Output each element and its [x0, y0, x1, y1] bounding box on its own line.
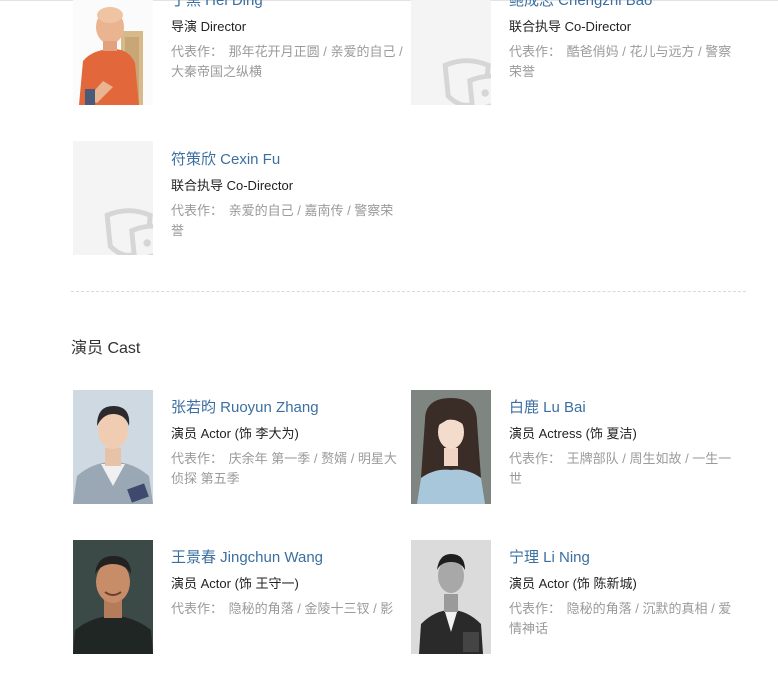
crew-works: 代表作： 亲爱的自己 / 嘉南传 / 警察荣誉: [171, 201, 406, 241]
cast-role: 演员 Actor (饰 陈新城): [509, 576, 637, 591]
placeholder-masks-icon: [104, 208, 153, 255]
cast-section-title: 演员 Cast: [71, 340, 141, 357]
cast-card-ruoyun-zhang: 张若昀 Ruoyun Zhang 演员 Actor (饰 李大为) 代表作： 庆…: [73, 390, 403, 510]
actor-photo[interactable]: [73, 390, 153, 504]
cast-card-li-ning: 宁理 Li Ning 演员 Actor (饰 陈新城) 代表作： 隐秘的角落 /…: [411, 540, 741, 660]
cast-card-lu-bai: 白鹿 Lu Bai 演员 Actress (饰 夏洁) 代表作： 王牌部队 / …: [411, 390, 741, 510]
cast-works: 代表作： 隐秘的角落 / 沉默的真相 / 爱情神话: [509, 599, 744, 639]
cast-name-link[interactable]: 王景春 Jingchun Wang: [171, 548, 406, 568]
crew-role: 联合执导 Co-Director: [509, 19, 632, 34]
cast-name-link[interactable]: 白鹿 Lu Bai: [509, 398, 744, 418]
crew-name-link[interactable]: 鲍成志 Chengzhi Bao: [509, 0, 744, 11]
works-list: 隐秘的角落 / 金陵十三钗 / 影: [228, 601, 394, 616]
crew-works: 代表作： 酷爸俏妈 / 花儿与远方 / 警察荣誉: [509, 42, 744, 82]
cast-role: 演员 Actress (饰 夏洁): [509, 426, 637, 441]
section-divider: [71, 291, 746, 292]
crew-card-hei-ding: 丁黑 Hei Ding 导演 Director 代表作： 那年花开月正圆 / 亲…: [73, 0, 403, 111]
cast-works: 代表作： 王牌部队 / 周生如故 / 一生一世: [509, 449, 744, 489]
crew-name-link[interactable]: 符策欣 Cexin Fu: [171, 150, 406, 170]
cast-card-jingchun-wang: 王景春 Jingchun Wang 演员 Actor (饰 王守一) 代表作： …: [73, 540, 403, 660]
works-label: 代表作：: [509, 601, 562, 616]
works-label: 代表作：: [171, 451, 224, 466]
actor-photo[interactable]: [73, 540, 153, 654]
crew-card-chengzhi-bao: 鲍成志 Chengzhi Bao 联合执导 Co-Director 代表作： 酷…: [411, 0, 741, 111]
crew-role: 联合执导 Co-Director: [171, 178, 294, 193]
actor-photo[interactable]: [411, 540, 491, 654]
works-label: 代表作：: [171, 601, 224, 616]
cast-works: 代表作： 庆余年 第一季 / 赘婿 / 明星大侦探 第五季: [171, 449, 406, 489]
works-label: 代表作：: [509, 451, 562, 466]
placeholder-masks-icon: [442, 58, 491, 105]
crew-card-cexin-fu: 符策欣 Cexin Fu 联合执导 Co-Director 代表作： 亲爱的自己…: [73, 141, 403, 261]
cast-name-link[interactable]: 张若昀 Ruoyun Zhang: [171, 398, 406, 418]
crew-role: 导演 Director: [171, 19, 247, 34]
cast-role: 演员 Actor (饰 王守一): [171, 576, 299, 591]
co-director-photo[interactable]: [411, 0, 491, 105]
works-label: 代表作：: [509, 44, 562, 59]
director-photo[interactable]: [73, 0, 153, 105]
crew-works: 代表作： 那年花开月正圆 / 亲爱的自己 / 大秦帝国之纵横: [171, 42, 406, 82]
cast-works: 代表作： 隐秘的角落 / 金陵十三钗 / 影: [171, 599, 406, 619]
actress-photo[interactable]: [411, 390, 491, 504]
works-label: 代表作：: [171, 44, 224, 59]
works-label: 代表作：: [171, 203, 224, 218]
crew-name-link[interactable]: 丁黑 Hei Ding: [171, 0, 406, 11]
cast-name-link[interactable]: 宁理 Li Ning: [509, 548, 744, 568]
cast-role: 演员 Actor (饰 李大为): [171, 426, 299, 441]
co-director-photo[interactable]: [73, 141, 153, 255]
